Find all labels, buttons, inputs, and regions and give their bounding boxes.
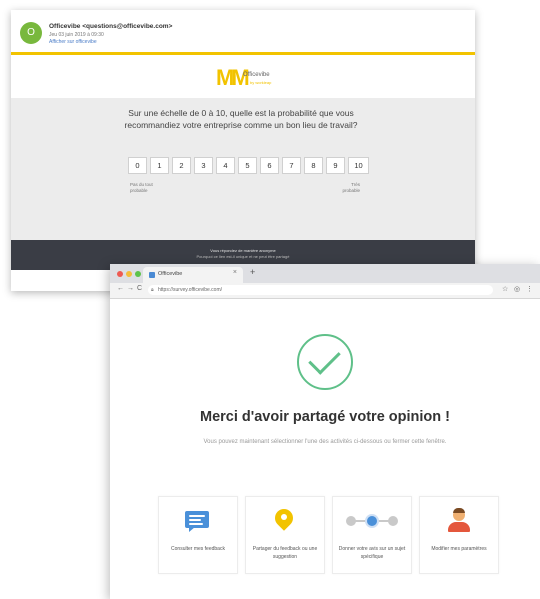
card-view-feedback[interactable]: Consulter mes feedback [158, 496, 238, 574]
logo-mark-icon: MM [216, 65, 250, 90]
email-header: O Officevibe <questions@officevibe.com> … [11, 10, 475, 55]
address-bar[interactable]: 🔒︎ https://survey.officevibe.com/ [148, 285, 493, 295]
favicon-icon [149, 272, 155, 278]
confirmation-title: Merci d'avoir partagé votre opinion ! [200, 409, 450, 425]
survey-email: O Officevibe <questions@officevibe.com> … [11, 10, 475, 291]
card-label: Modifier mes paramètres [431, 546, 487, 552]
confirmation-subtitle: Vous pouvez maintenant sélectionner l'un… [203, 439, 447, 445]
card-label: Donner votre avis sur un sujet spécifiqu… [338, 546, 406, 560]
chat-icon [159, 507, 237, 535]
scale-high-label: Très probable [342, 182, 360, 193]
view-online-link[interactable]: Afficher sur officevibe [49, 39, 97, 45]
activity-cards: Consulter mes feedback Partager du feedb… [158, 496, 499, 574]
nps-scale: 0 1 2 3 4 5 6 7 8 9 10 [128, 157, 369, 174]
scale-option-4[interactable]: 4 [216, 157, 235, 174]
back-icon[interactable]: ← [117, 285, 124, 292]
scale-option-7[interactable]: 7 [282, 157, 301, 174]
scale-option-0[interactable]: 0 [128, 157, 147, 174]
scale-option-10[interactable]: 10 [348, 157, 369, 174]
sender-address: Officevibe <questions@officevibe.com> [49, 23, 173, 30]
lightbulb-pin-icon [246, 505, 324, 535]
tab-title: Officevibe [158, 271, 183, 277]
browser-window: Officevibe × + ← → C 🔒︎ https://survey.o… [110, 264, 540, 599]
card-specific-topic[interactable]: Donner votre avis sur un sujet spécifiqu… [332, 496, 412, 574]
survey-question: Sur une échelle de 0 à 10, quelle est la… [124, 108, 358, 130]
footer-anonymous-note: Vous répondez de manière anonyme [210, 248, 276, 253]
progress-steps-icon [333, 507, 411, 535]
logo-wordmark: Officevibe [243, 72, 270, 78]
maximize-window-icon[interactable] [135, 271, 141, 277]
card-settings[interactable]: Modifier mes paramètres [419, 496, 499, 574]
scale-option-1[interactable]: 1 [150, 157, 169, 174]
extension-icon[interactable]: ◎ [514, 285, 520, 293]
browser-menu-icon[interactable]: ⋮ [526, 285, 533, 293]
confirmation-page: Merci d'avoir partagé votre opinion ! Vo… [110, 299, 540, 599]
bookmark-star-icon[interactable]: ☆ [502, 285, 508, 293]
brand-logo: MM Officevibe by workleap [11, 55, 475, 98]
lock-icon: 🔒︎ [151, 287, 154, 293]
minimize-window-icon[interactable] [126, 271, 132, 277]
scale-option-9[interactable]: 9 [326, 157, 345, 174]
scale-option-8[interactable]: 8 [304, 157, 323, 174]
scale-option-6[interactable]: 6 [260, 157, 279, 174]
person-icon [420, 507, 498, 535]
close-window-icon[interactable] [117, 271, 123, 277]
tab-close-icon[interactable]: × [233, 269, 237, 276]
scale-option-2[interactable]: 2 [172, 157, 191, 174]
url-text: https://survey.officevibe.com/ [158, 287, 223, 293]
scale-option-5[interactable]: 5 [238, 157, 257, 174]
scale-low-label: Pas du tout probable [130, 182, 153, 193]
reload-icon[interactable]: C [137, 285, 142, 292]
survey-question-area: Sur une échelle de 0 à 10, quelle est la… [11, 98, 475, 240]
new-tab-icon[interactable]: + [250, 267, 255, 277]
success-check-icon [297, 334, 353, 390]
card-share-feedback[interactable]: Partager du feedback ou une suggestion [245, 496, 325, 574]
scale-option-3[interactable]: 3 [194, 157, 213, 174]
card-label: Partager du feedback ou une suggestion [252, 546, 318, 560]
tab-bar: Officevibe × + [110, 264, 540, 283]
browser-toolbar: ← → C 🔒︎ https://survey.officevibe.com/ … [110, 283, 540, 299]
forward-icon[interactable]: → [127, 285, 134, 292]
sender-avatar: O [20, 22, 42, 44]
card-label: Consulter mes feedback [171, 546, 225, 552]
email-date: Jeu 03 juin 2019 à 09:30 [49, 32, 104, 38]
tab-officevibe[interactable]: Officevibe × [143, 267, 243, 283]
footer-unique-link-note[interactable]: Pourquoi ce lien est-il unique et ne peu… [11, 254, 475, 259]
logo-subtitle: by workleap [250, 80, 272, 85]
